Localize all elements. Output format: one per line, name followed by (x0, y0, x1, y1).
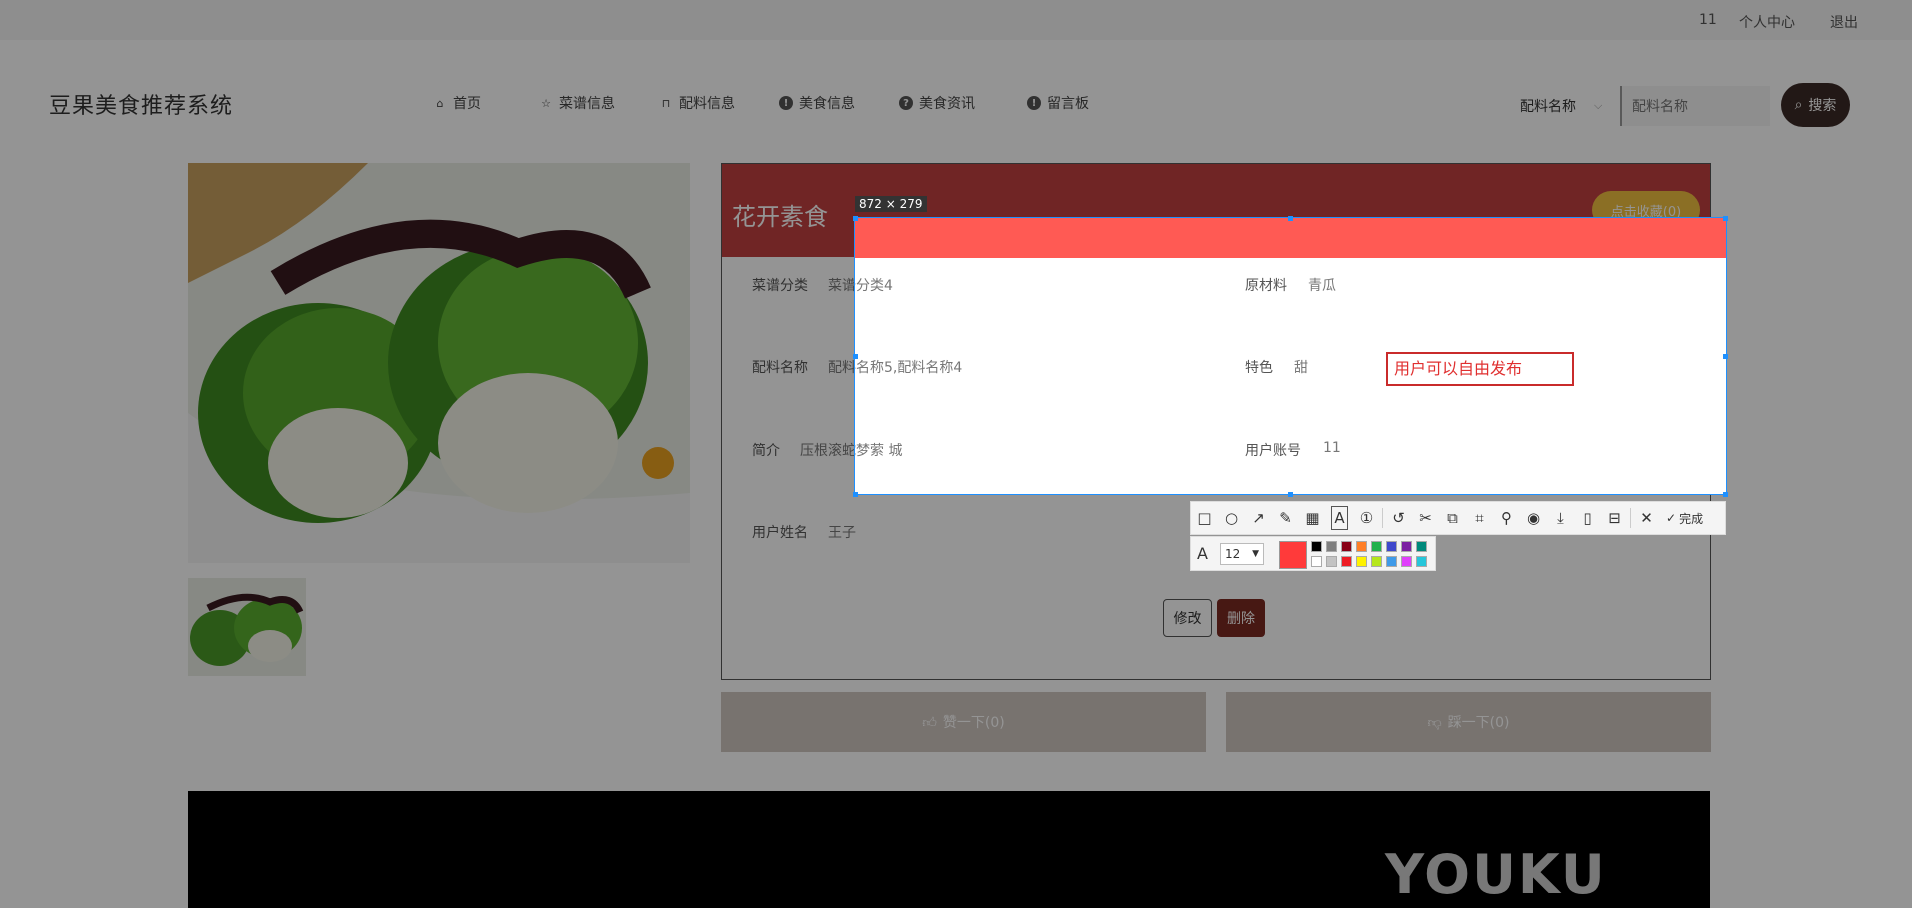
mosaic-icon[interactable]: ▦ (1299, 501, 1326, 535)
pin-icon[interactable]: ⚲ (1493, 501, 1520, 535)
resize-handle-s[interactable] (1288, 492, 1293, 497)
check-icon: ✓ (1666, 511, 1677, 525)
sel-material-value: 青瓜 (1308, 278, 1336, 294)
sel-category-value: 菜谱分类4 (855, 278, 893, 294)
copy-icon[interactable]: ⧉ (1439, 501, 1466, 535)
color-swatch[interactable] (1416, 556, 1427, 567)
screenshot-selection-area[interactable]: 菜谱分类4 原材料 青瓜 配料名称5,配料名称4 特色 甜 压根滚蛇梦萦 城 用… (854, 217, 1727, 495)
done-button[interactable]: ✓ 完成 (1660, 510, 1703, 527)
text-annotation-box[interactable]: 用户可以自由发布 (1386, 352, 1574, 386)
color-swatch[interactable] (1416, 541, 1427, 552)
sel-account-value: 11 (1323, 440, 1341, 456)
ellipse-icon[interactable]: ○ (1218, 501, 1245, 535)
font-icon: A (1197, 544, 1208, 563)
done-label: 完成 (1679, 511, 1704, 526)
resize-handle-ne[interactable] (1723, 216, 1728, 221)
color-swatch[interactable] (1386, 541, 1397, 552)
resize-handle-e[interactable] (1723, 354, 1728, 359)
color-swatch[interactable] (1371, 541, 1382, 552)
number-icon[interactable]: ① (1353, 501, 1380, 535)
color-swatch[interactable] (1356, 541, 1367, 552)
sel-feature-label: 特色 (1245, 360, 1273, 376)
scan-icon[interactable]: ⌗ (1466, 501, 1493, 535)
arrow-icon[interactable]: ↗ (1245, 501, 1272, 535)
resize-handle-w[interactable] (853, 354, 858, 359)
toolbar-divider (1382, 508, 1383, 528)
pen-icon[interactable]: ✎ (1272, 501, 1299, 535)
bookmark-icon[interactable]: ⊟ (1601, 501, 1628, 535)
resize-handle-sw[interactable] (853, 492, 858, 497)
color-swatch[interactable] (1386, 556, 1397, 567)
color-swatch[interactable] (1311, 556, 1322, 567)
current-color-swatch[interactable] (1279, 541, 1307, 569)
scissors-icon[interactable]: ✂ (1412, 501, 1439, 535)
screenshot-toolbar: □ ○ ↗ ✎ ▦ A ① ↺ ✂ ⧉ ⌗ ⚲ ◉ ⤓ ▯ ⊟ ✕ ✓ 完成 (1190, 501, 1726, 535)
phone-icon[interactable]: ▯ (1574, 501, 1601, 535)
resize-handle-n[interactable] (1288, 216, 1293, 221)
selection-size-label: 872 × 279 (855, 196, 927, 212)
sel-account-label: 用户账号 (1245, 443, 1301, 459)
color-swatch[interactable] (1341, 556, 1352, 567)
color-swatch[interactable] (1401, 556, 1412, 567)
sel-intro-value: 压根滚蛇梦萦 城 (855, 443, 903, 459)
color-swatch[interactable] (1311, 541, 1322, 552)
font-size-select[interactable]: 12 ▼ (1220, 543, 1264, 565)
rect-icon[interactable]: □ (1191, 501, 1218, 535)
record-icon[interactable]: ◉ (1520, 501, 1547, 535)
toolbar-divider (1630, 508, 1631, 528)
sel-ingredient-value: 配料名称5,配料名称4 (855, 360, 963, 376)
sel-material-label: 原材料 (1245, 278, 1287, 294)
color-swatch[interactable] (1401, 541, 1412, 552)
undo-icon[interactable]: ↺ (1385, 501, 1412, 535)
sel-feature-value: 甜 (1294, 360, 1308, 376)
color-swatch[interactable] (1326, 541, 1337, 552)
close-icon[interactable]: ✕ (1633, 501, 1660, 535)
color-swatch[interactable] (1326, 556, 1337, 567)
color-swatch[interactable] (1371, 556, 1382, 567)
color-swatch[interactable] (1341, 541, 1352, 552)
text-icon[interactable]: A (1326, 501, 1353, 535)
caret-down-icon: ▼ (1252, 549, 1259, 559)
download-icon[interactable]: ⤓ (1547, 501, 1574, 535)
font-size-value: 12 (1225, 547, 1241, 561)
resize-handle-se[interactable] (1723, 492, 1728, 497)
resize-handle-nw[interactable] (853, 216, 858, 221)
color-swatch[interactable] (1356, 556, 1367, 567)
selection-header-bar (855, 218, 1726, 258)
